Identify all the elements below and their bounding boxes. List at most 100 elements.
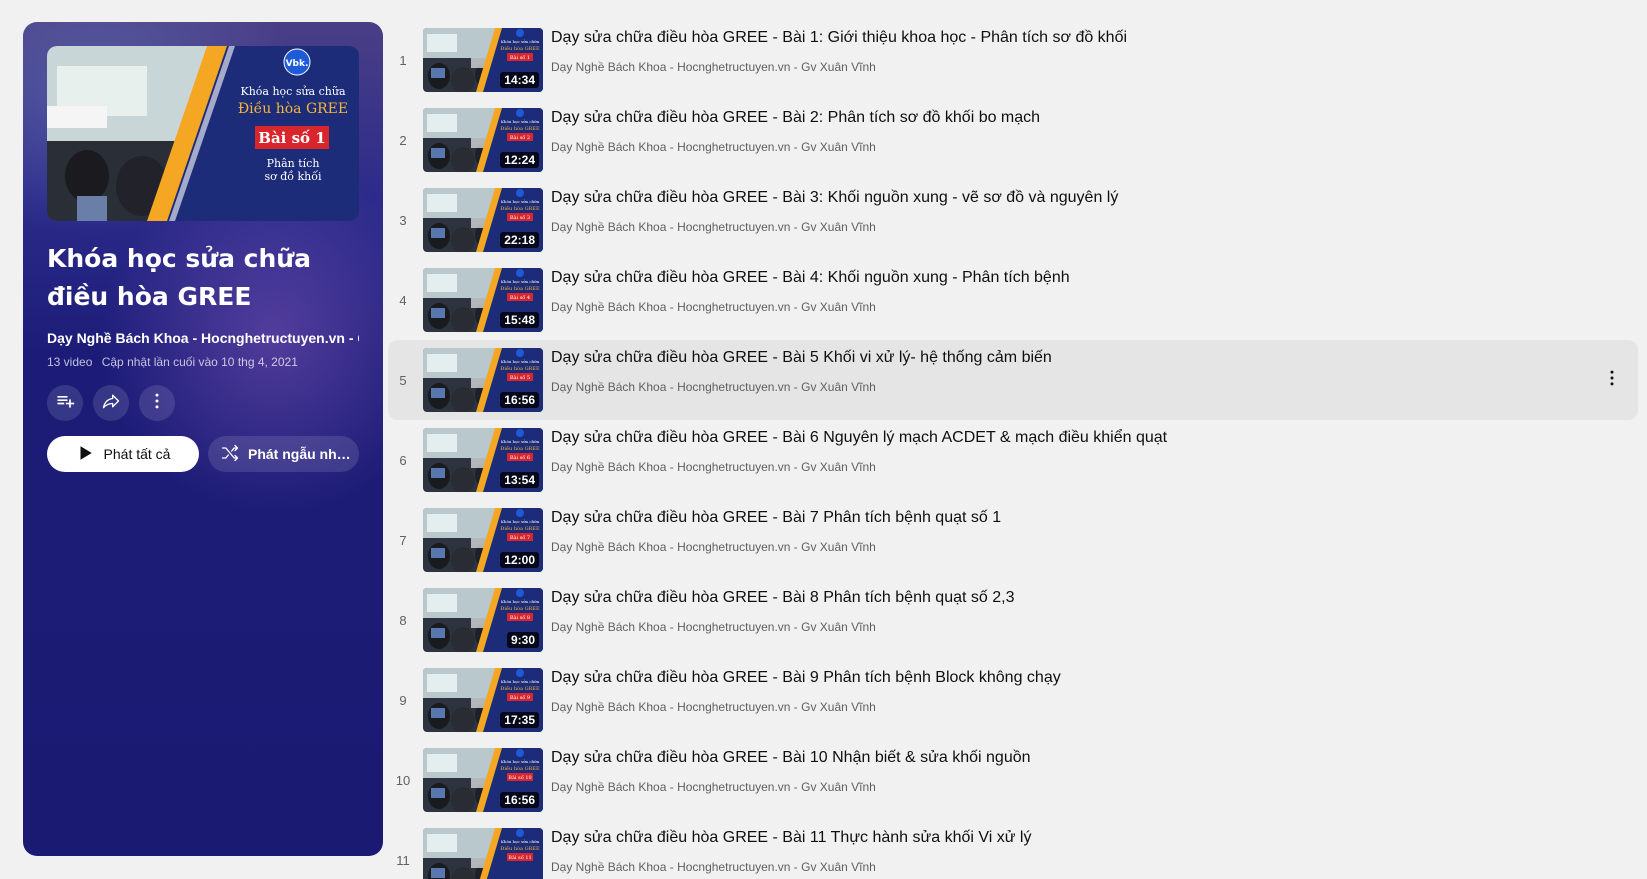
video-title[interactable]: Dạy sửa chữa điều hòa GREE - Bài 5 Khối … <box>551 349 1052 367</box>
video-thumbnail[interactable]: Khóa học sửa chữa Điều hòa GREE Bài số 7… <box>423 508 543 572</box>
video-thumbnail[interactable]: Khóa học sửa chữa Điều hòa GREE Bài số 4… <box>423 268 543 332</box>
video-index: 4 <box>399 292 407 308</box>
video-thumbnail[interactable]: Khóa học sửa chữa Điều hòa GREE Bài số 1… <box>423 828 543 879</box>
playlist-video-row[interactable]: 9 Khóa học sửa chữa Điều hòa GREE Bài số… <box>388 660 1638 740</box>
more-actions-button[interactable] <box>139 385 175 421</box>
hero-logo-text: Vbk. <box>286 59 309 69</box>
svg-text:Khóa học sửa chữa: Khóa học sửa chữa <box>501 119 540 124</box>
play-all-button[interactable]: Phát tất cả <box>47 436 199 472</box>
svg-text:Khóa học sửa chữa: Khóa học sửa chữa <box>501 199 540 204</box>
video-thumbnail[interactable]: Khóa học sửa chữa Điều hòa GREE Bài số 1… <box>423 28 543 92</box>
video-title[interactable]: Dạy sửa chữa điều hòa GREE - Bài 3: Khối… <box>551 189 1118 207</box>
video-title[interactable]: Dạy sửa chữa điều hòa GREE - Bài 1: Giới… <box>551 29 1127 47</box>
playlist-channel-link[interactable]: Dạy Nghề Bách Khoa - Hocnghetructuyen.vn… <box>47 330 359 346</box>
video-duration: 17:35 <box>500 712 539 728</box>
shuffle-icon <box>220 443 240 466</box>
svg-text:Bài số 1: Bài số 1 <box>510 54 530 61</box>
playlist-video-row[interactable]: 3 Khóa học sửa chữa Điều hòa GREE Bài số… <box>388 180 1638 260</box>
video-index: 8 <box>399 612 407 628</box>
video-channel[interactable]: Dạy Nghề Bách Khoa - Hocnghetructuyen.vn… <box>551 300 876 314</box>
playlist-action-icons <box>47 385 175 421</box>
svg-text:Khóa học sửa chữa: Khóa học sửa chữa <box>501 359 540 364</box>
video-channel[interactable]: Dạy Nghề Bách Khoa - Hocnghetructuyen.vn… <box>551 220 876 234</box>
video-channel[interactable]: Dạy Nghề Bách Khoa - Hocnghetructuyen.vn… <box>551 860 876 874</box>
video-title[interactable]: Dạy sửa chữa điều hòa GREE - Bài 10 Nhận… <box>551 749 1031 767</box>
shuffle-label: Phát ngẫu nhiên <box>248 446 352 462</box>
svg-text:Khóa học sửa chữa: Khóa học sửa chữa <box>501 439 540 444</box>
hero-line1: Khóa học sửa chữa <box>240 85 345 98</box>
hero-line2: Điều hòa GREE <box>238 100 348 117</box>
video-title[interactable]: Dạy sửa chữa điều hòa GREE - Bài 8 Phân … <box>551 589 1014 607</box>
svg-text:Khóa học sửa chữa: Khóa học sửa chữa <box>501 759 540 764</box>
video-thumbnail[interactable]: Khóa học sửa chữa Điều hòa GREE Bài số 3… <box>423 188 543 252</box>
playlist-header-panel: Vbk. Khóa học sửa chữa Điều hòa GREE Bài… <box>23 22 383 856</box>
video-channel[interactable]: Dạy Nghề Bách Khoa - Hocnghetructuyen.vn… <box>551 140 876 154</box>
play-icon <box>76 444 94 465</box>
playlist-video-row[interactable]: 10 Khóa học sửa chữa Điều hòa GREE Bài s… <box>388 740 1638 820</box>
video-channel[interactable]: Dạy Nghề Bách Khoa - Hocnghetructuyen.vn… <box>551 620 876 634</box>
svg-text:Điều hòa GREE: Điều hòa GREE <box>500 764 540 772</box>
svg-text:Bài số 10: Bài số 10 <box>508 774 531 781</box>
playlist-thumbnail[interactable]: Vbk. Khóa học sửa chữa Điều hòa GREE Bài… <box>47 46 359 221</box>
playlist-video-row[interactable]: 8 Khóa học sửa chữa Điều hòa GREE Bài số… <box>388 580 1638 660</box>
svg-text:Điều hòa GREE: Điều hòa GREE <box>500 524 540 532</box>
share-button[interactable] <box>93 385 129 421</box>
playlist-video-row[interactable]: 11 Khóa học sửa chữa Điều hòa GREE Bài s… <box>388 820 1638 879</box>
add-to-queue-icon <box>55 391 75 416</box>
video-channel[interactable]: Dạy Nghề Bách Khoa - Hocnghetructuyen.vn… <box>551 380 876 394</box>
video-title[interactable]: Dạy sửa chữa điều hòa GREE - Bài 9 Phân … <box>551 669 1061 687</box>
svg-text:Bài số 9: Bài số 9 <box>510 694 530 701</box>
video-thumbnail[interactable]: Khóa học sửa chữa Điều hòa GREE Bài số 8… <box>423 588 543 652</box>
video-channel[interactable]: Dạy Nghề Bách Khoa - Hocnghetructuyen.vn… <box>551 460 876 474</box>
play-all-label: Phát tất cả <box>103 446 171 462</box>
video-thumbnail[interactable]: Khóa học sửa chữa Điều hòa GREE Bài số 6… <box>423 428 543 492</box>
svg-text:Điều hòa GREE: Điều hòa GREE <box>500 124 540 132</box>
svg-text:Điều hòa GREE: Điều hòa GREE <box>500 844 540 852</box>
video-thumbnail[interactable]: Khóa học sửa chữa Điều hòa GREE Bài số 1… <box>423 748 543 812</box>
playlist-video-row[interactable]: 6 Khóa học sửa chữa Điều hòa GREE Bài số… <box>388 420 1638 500</box>
row-more-button[interactable] <box>1600 368 1624 392</box>
video-title[interactable]: Dạy sửa chữa điều hòa GREE - Bài 4: Khối… <box>551 269 1070 287</box>
video-duration: 12:24 <box>500 152 539 168</box>
video-title[interactable]: Dạy sửa chữa điều hòa GREE - Bài 2: Phân… <box>551 109 1040 127</box>
video-channel[interactable]: Dạy Nghề Bách Khoa - Hocnghetructuyen.vn… <box>551 780 876 794</box>
video-title[interactable]: Dạy sửa chữa điều hòa GREE - Bài 11 Thực… <box>551 829 1031 847</box>
svg-text:Điều hòa GREE: Điều hòa GREE <box>500 684 540 692</box>
video-thumbnail[interactable]: Khóa học sửa chữa Điều hòa GREE Bài số 9… <box>423 668 543 732</box>
video-count: 13 video <box>47 355 93 369</box>
svg-text:Bài số 6: Bài số 6 <box>510 454 530 461</box>
share-icon <box>101 391 121 416</box>
svg-text:Điều hòa GREE: Điều hòa GREE <box>500 364 540 372</box>
svg-text:Khóa học sửa chữa: Khóa học sửa chữa <box>501 519 540 524</box>
shuffle-button[interactable]: Phát ngẫu nhiên <box>208 436 359 472</box>
playlist-meta: 13 video Cập nhật lần cuối vào 10 thg 4,… <box>47 355 298 369</box>
more-vert-icon <box>147 391 167 416</box>
video-duration: 9:30 <box>506 632 539 648</box>
svg-text:Bài số 4: Bài số 4 <box>510 294 530 301</box>
playlist-video-row[interactable]: 5 Khóa học sửa chữa Điều hòa GREE Bài số… <box>388 340 1638 420</box>
video-duration: 16:56 <box>500 392 539 408</box>
playlist-video-row[interactable]: 2 Khóa học sửa chữa Điều hòa GREE Bài số… <box>388 100 1638 180</box>
video-thumbnail[interactable]: Khóa học sửa chữa Điều hòa GREE Bài số 5… <box>423 348 543 412</box>
video-channel[interactable]: Dạy Nghề Bách Khoa - Hocnghetructuyen.vn… <box>551 700 876 714</box>
svg-text:Điều hòa GREE: Điều hòa GREE <box>500 284 540 292</box>
video-title[interactable]: Dạy sửa chữa điều hòa GREE - Bài 7 Phân … <box>551 509 1001 527</box>
video-channel[interactable]: Dạy Nghề Bách Khoa - Hocnghetructuyen.vn… <box>551 60 876 74</box>
video-index: 9 <box>399 692 407 708</box>
playlist-video-row[interactable]: 1 Khóa học sửa chữa Điều hòa GREE Bài số… <box>388 20 1638 100</box>
playlist-video-row[interactable]: 7 Khóa học sửa chữa Điều hòa GREE Bài số… <box>388 500 1638 580</box>
video-thumbnail[interactable]: Khóa học sửa chữa Điều hòa GREE Bài số 2… <box>423 108 543 172</box>
svg-text:Khóa học sửa chữa: Khóa học sửa chữa <box>501 679 540 684</box>
video-index: 7 <box>399 532 407 548</box>
playlist-video-row[interactable]: 4 Khóa học sửa chữa Điều hòa GREE Bài số… <box>388 260 1638 340</box>
video-duration: 14:34 <box>500 72 539 88</box>
video-title[interactable]: Dạy sửa chữa điều hòa GREE - Bài 6 Nguyê… <box>551 429 1167 447</box>
svg-text:Bài số 7: Bài số 7 <box>510 534 530 541</box>
video-channel[interactable]: Dạy Nghề Bách Khoa - Hocnghetructuyen.vn… <box>551 540 876 554</box>
svg-text:Điều hòa GREE: Điều hòa GREE <box>500 444 540 452</box>
video-duration: 22:18 <box>500 232 539 248</box>
save-to-library-button[interactable] <box>47 385 83 421</box>
video-index: 2 <box>399 132 407 148</box>
video-duration: 16:56 <box>500 792 539 808</box>
hero-badge: Bài số 1 <box>258 129 325 147</box>
